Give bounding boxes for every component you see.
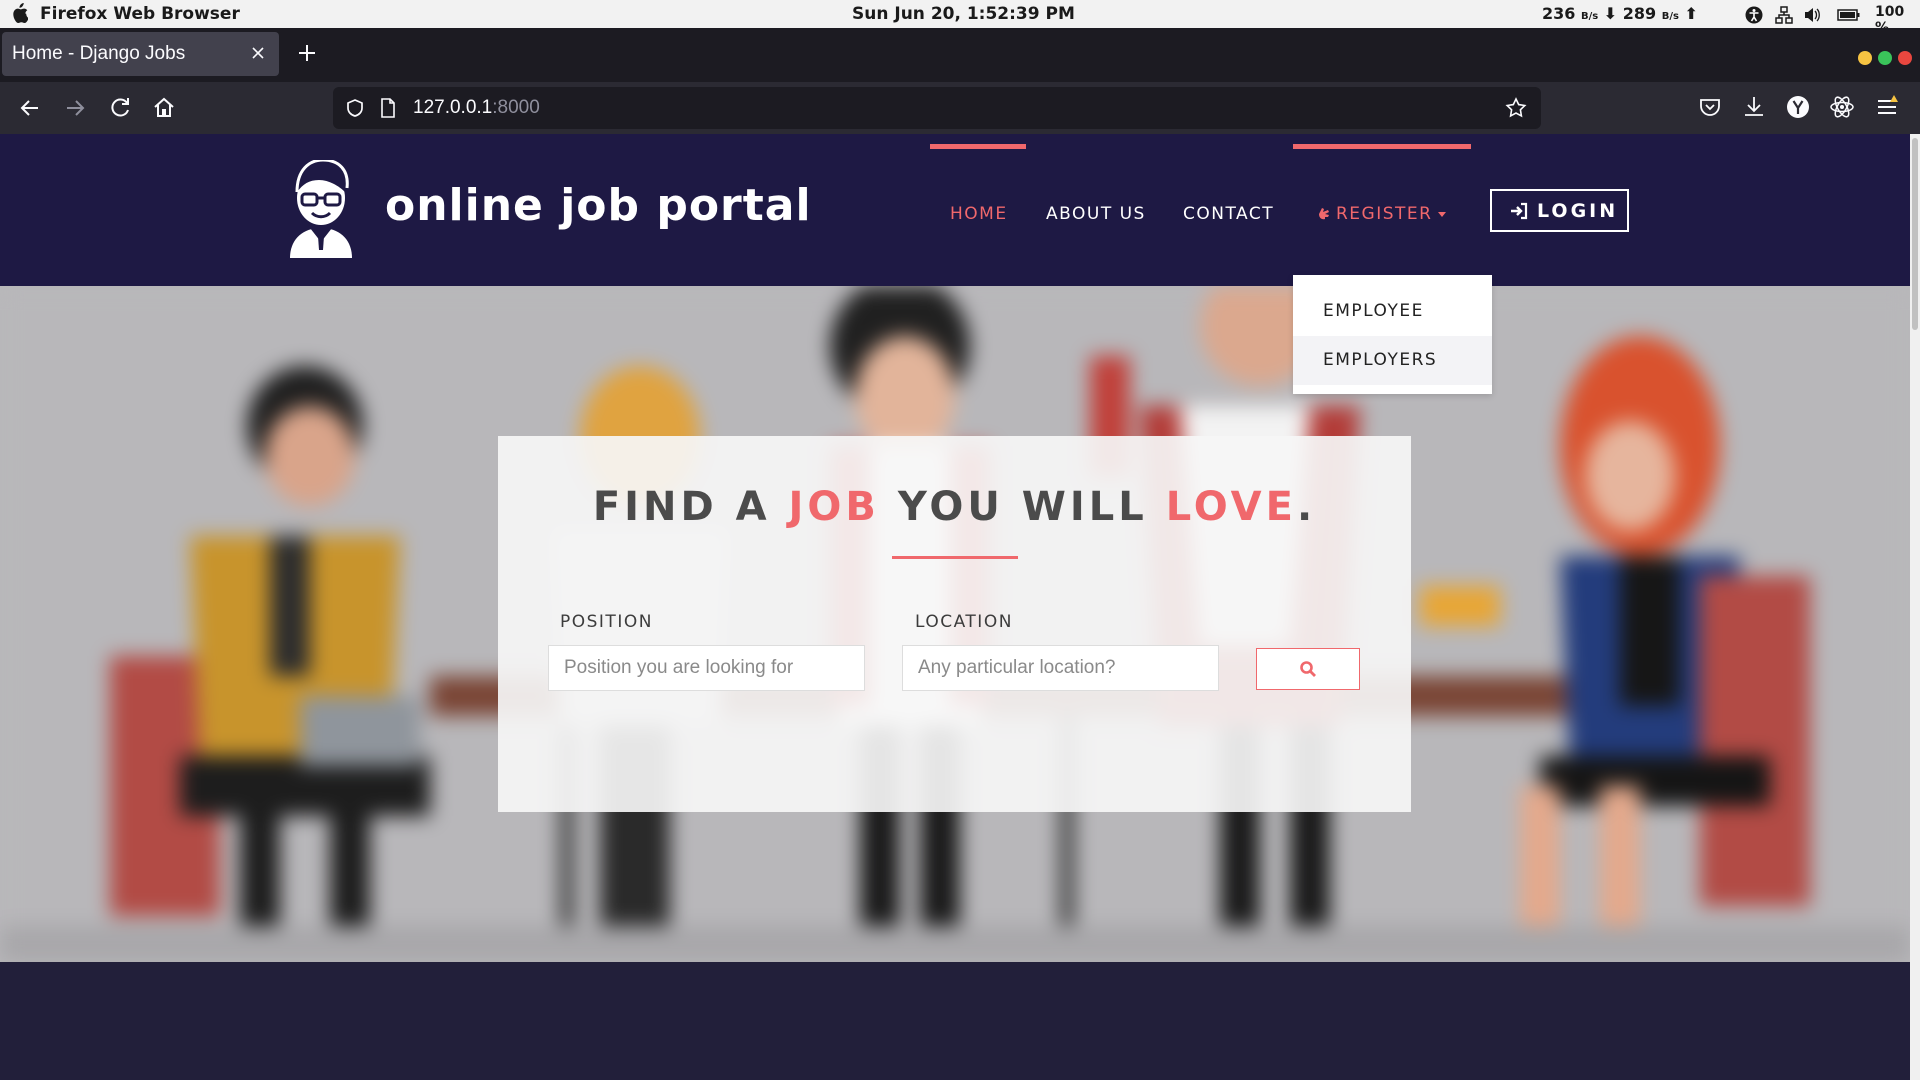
search-icon <box>1300 661 1316 677</box>
react-devtools-icon[interactable] <box>1829 94 1855 120</box>
extension-y-icon[interactable] <box>1785 94 1811 120</box>
nerd-avatar-logo-icon[interactable] <box>280 160 362 260</box>
scrollbar-thumb[interactable] <box>1912 138 1918 330</box>
network-icon[interactable] <box>1775 6 1793 24</box>
browser-tab-active[interactable]: Home - Django Jobs <box>2 32 279 76</box>
browser-toolbar: 127.0.0.1:8000 <box>0 82 1920 134</box>
tab-title: Home - Django Jobs <box>12 43 186 64</box>
sign-in-icon <box>1511 202 1528 220</box>
url-port: :8000 <box>492 97 540 118</box>
headline-period: . <box>1296 484 1317 530</box>
hero-section: FIND A JOB YOU WILL LOVE. POSITION LOCAT… <box>0 286 1910 962</box>
location-label: LOCATION <box>915 612 1013 632</box>
headline-underline <box>892 556 1018 559</box>
reload-icon[interactable] <box>106 94 134 122</box>
bookmark-star-icon[interactable] <box>1505 97 1527 119</box>
system-tray: 100 % <box>1745 4 1915 36</box>
network-speed: 236 B/s ⬇ 289 B/s ⬆ <box>1542 4 1698 23</box>
home-icon[interactable] <box>150 94 178 122</box>
register-dropdown: EMPLOYEE EMPLOYERS <box>1293 275 1492 394</box>
arrow-up-icon: ⬆ <box>1684 4 1698 23</box>
arrow-down-icon: ⬇ <box>1603 4 1618 23</box>
nav-home[interactable]: HOME <box>950 204 1008 224</box>
tab-strip: Home - Django Jobs <box>0 28 1920 82</box>
battery-icon[interactable] <box>1837 6 1861 24</box>
dropdown-item-employee[interactable]: EMPLOYEE <box>1293 287 1492 336</box>
maximize-icon[interactable] <box>1878 51 1892 65</box>
app-menu-icon[interactable] <box>1874 94 1900 120</box>
net-down-value: 236 <box>1542 4 1576 23</box>
job-search-card: FIND A JOB YOU WILL LOVE. POSITION LOCAT… <box>498 436 1411 812</box>
new-tab-icon[interactable] <box>296 42 318 64</box>
position-label: POSITION <box>560 612 653 632</box>
login-label: LOGIN <box>1537 200 1619 222</box>
clock[interactable]: Sun Jun 20, 1:52:39 PM <box>852 4 1075 24</box>
search-button[interactable] <box>1256 648 1360 690</box>
forward-icon[interactable] <box>61 94 89 122</box>
close-tab-icon[interactable] <box>249 44 267 62</box>
caret-down-icon <box>1438 211 1447 217</box>
accessibility-icon[interactable] <box>1745 6 1763 24</box>
url-bar[interactable]: 127.0.0.1:8000 <box>333 87 1541 129</box>
headline-accent-love: LOVE <box>1165 484 1297 530</box>
minimize-icon[interactable] <box>1858 51 1872 65</box>
window-controls <box>1852 50 1912 69</box>
site-logo-text[interactable]: online job portal <box>385 180 812 231</box>
dropdown-item-employers[interactable]: EMPLOYERS <box>1293 336 1492 385</box>
close-window-icon[interactable] <box>1898 51 1912 65</box>
hand-icon <box>1319 208 1329 220</box>
page-scrollbar[interactable] <box>1910 134 1920 1080</box>
nav-register-label: REGISTER <box>1336 204 1433 224</box>
tracking-protection-icon[interactable] <box>345 98 365 118</box>
volume-icon[interactable] <box>1803 6 1821 24</box>
net-up-value: 289 <box>1622 4 1657 23</box>
net-up-unit: B/s <box>1661 11 1679 22</box>
site-header: online job portal HOME ABOUT US CONTACT … <box>0 134 1910 286</box>
web-page: online job portal HOME ABOUT US CONTACT … <box>0 134 1910 1080</box>
register-active-indicator <box>1293 144 1471 149</box>
position-input[interactable] <box>548 645 865 691</box>
headline-part-1: FIND A <box>592 484 789 530</box>
downloads-icon[interactable] <box>1741 94 1767 120</box>
pocket-icon[interactable] <box>1697 94 1723 120</box>
nav-register[interactable]: REGISTER <box>1316 204 1447 224</box>
apple-menu-icon[interactable] <box>10 3 28 23</box>
location-input[interactable] <box>902 645 1219 691</box>
headline-accent-job: JOB <box>788 484 880 530</box>
url-host: 127.0.0.1 <box>413 97 493 118</box>
page-info-icon[interactable] <box>379 98 397 118</box>
net-down-unit: B/s <box>1580 11 1599 22</box>
page-lower-section <box>0 962 1910 1080</box>
login-button[interactable]: LOGIN <box>1490 189 1629 232</box>
nav-about-us[interactable]: ABOUT US <box>1046 204 1146 224</box>
os-top-bar: Firefox Web Browser Sun Jun 20, 1:52:39 … <box>0 0 1920 36</box>
home-active-indicator <box>930 144 1026 149</box>
back-icon[interactable] <box>16 94 44 122</box>
headline-part-3: YOU WILL <box>879 484 1166 530</box>
active-app-name[interactable]: Firefox Web Browser <box>40 4 240 24</box>
nav-contact[interactable]: CONTACT <box>1183 204 1274 224</box>
hero-headline: FIND A JOB YOU WILL LOVE. <box>498 484 1411 530</box>
url-text[interactable]: 127.0.0.1:8000 <box>413 97 540 119</box>
